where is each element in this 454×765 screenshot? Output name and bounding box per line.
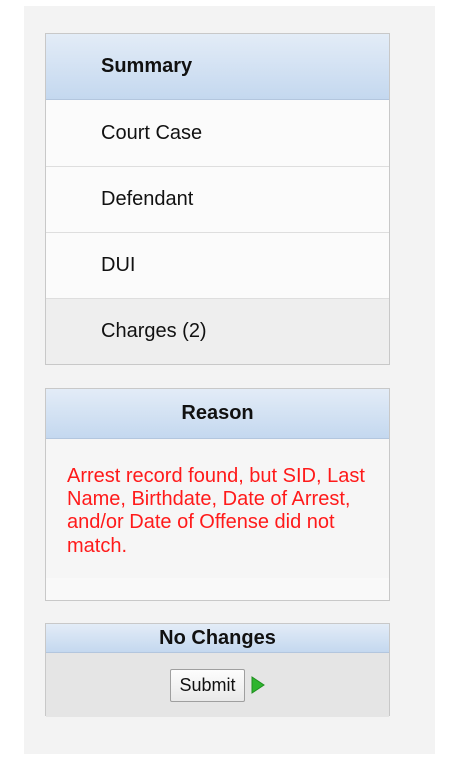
- action-header: No Changes: [46, 624, 389, 653]
- action-title: No Changes: [159, 626, 276, 649]
- summary-title: Summary: [101, 55, 193, 77]
- reason-header: Reason: [46, 389, 389, 439]
- nav-item-dui[interactable]: DUI: [46, 232, 389, 298]
- submit-area: Submit: [46, 653, 389, 717]
- nav-item-label: Charges (2): [101, 320, 207, 342]
- nav-item-court-case[interactable]: Court Case: [46, 100, 389, 166]
- summary-header: Summary: [46, 34, 389, 100]
- nav-item-charges[interactable]: Charges (2): [46, 298, 389, 364]
- nav-item-label: Court Case: [101, 121, 203, 144]
- reason-title: Reason: [181, 402, 254, 424]
- nav-item-defendant[interactable]: Defendant: [46, 166, 389, 232]
- reason-message: Arrest record found, but SID, Last Name,…: [46, 439, 389, 578]
- nav-item-label: DUI: [101, 254, 136, 276]
- action-box: No Changes Submit: [45, 623, 390, 717]
- reason-box: Reason Arrest record found, but SID, Las…: [45, 388, 390, 601]
- summary-box: Summary Court Case Defendant DUI Charges…: [45, 33, 390, 365]
- play-arrow-icon[interactable]: [251, 676, 265, 694]
- nav-item-label: Defendant: [101, 188, 194, 210]
- submit-button[interactable]: Submit: [170, 668, 245, 702]
